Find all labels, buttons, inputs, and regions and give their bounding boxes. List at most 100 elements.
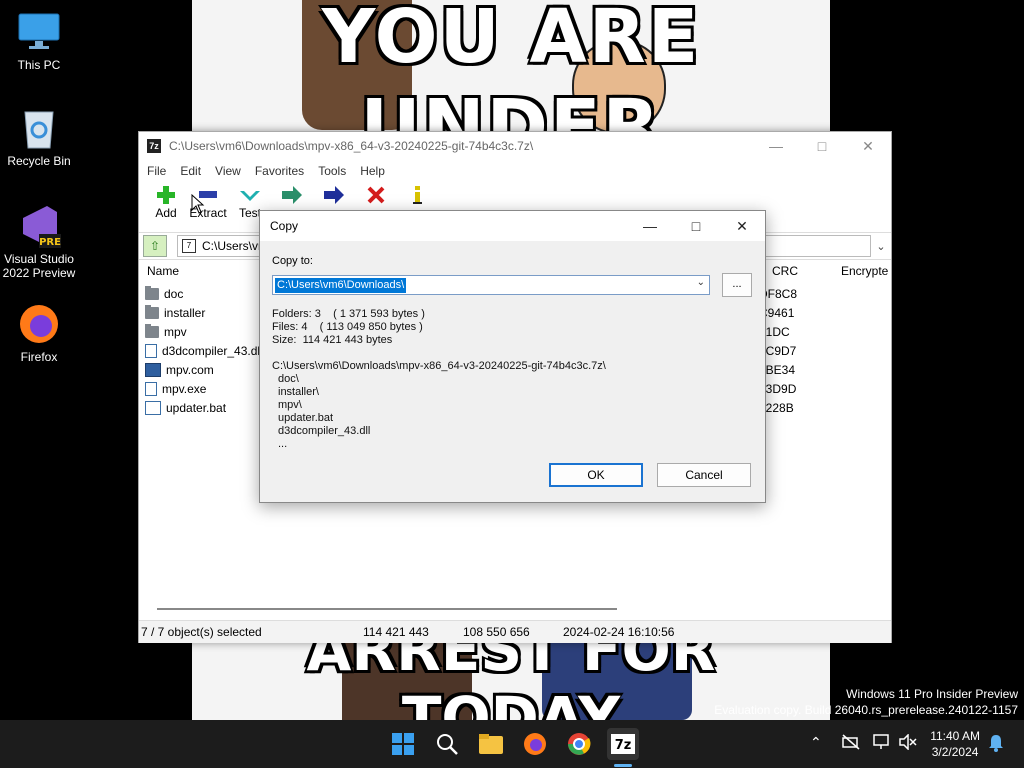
taskbar: 7z ⌃ 11:40 AM 3/2/2024	[0, 720, 1024, 768]
size-info: Size: 114 421 443 bytes	[272, 334, 393, 346]
volume-muted-icon[interactable]	[899, 733, 917, 753]
close-button[interactable]: ✕	[719, 218, 765, 235]
item-entry: updater.bat	[278, 412, 334, 424]
destination-path-input[interactable]: C:\Users\vm6\Downloads\	[275, 277, 407, 293]
desktop-icon-label: This PC	[17, 58, 61, 72]
active-app-indicator	[614, 764, 632, 767]
notification-bell-icon[interactable]	[988, 734, 1004, 755]
clock-time: 11:40 AM	[930, 729, 980, 743]
list-item[interactable]: mpv	[145, 322, 187, 341]
desktop-icon-label: Recycle Bin	[7, 154, 71, 168]
exe-file-icon	[145, 381, 157, 396]
file-name: mpv.com	[166, 362, 214, 377]
info-button[interactable]	[397, 182, 439, 206]
dialog-title-bar[interactable]: Copy — □ ✕	[260, 211, 765, 241]
status-bar: 7 / 7 object(s) selected 114 421 443 108…	[139, 620, 891, 643]
file-name: doc	[164, 286, 184, 301]
horizontal-scrollbar[interactable]	[157, 608, 617, 610]
list-item[interactable]: mpv.com	[145, 360, 214, 379]
menu-help[interactable]: Help	[360, 164, 385, 178]
chevron-up-icon[interactable]: ⌃	[810, 734, 822, 751]
delete-button[interactable]	[355, 182, 397, 206]
check-icon	[229, 184, 271, 206]
item-entry: ...	[278, 438, 288, 450]
title-bar[interactable]: 7z C:\Users\vm6\Downloads\mpv-x86_64-v3-…	[139, 132, 891, 160]
cancel-button[interactable]: Cancel	[657, 463, 751, 487]
visual-studio-icon: PRE	[17, 204, 61, 248]
info-icon	[397, 184, 439, 206]
list-item[interactable]: d3dcompiler_43.dll	[145, 341, 263, 360]
files-info: Files: 4 ( 113 049 850 bytes )	[272, 321, 423, 333]
firefox-taskbar-button[interactable]	[519, 728, 551, 760]
search-button[interactable]	[431, 728, 463, 760]
destination-path-combobox[interactable]: C:\Users\vm6\Downloads\ ⌄	[272, 275, 710, 295]
minimize-button[interactable]: —	[627, 218, 673, 234]
folder-icon	[479, 734, 503, 754]
chrome-taskbar-button[interactable]	[563, 728, 595, 760]
desktop-icon-recycle-bin[interactable]: Recycle Bin	[0, 106, 78, 168]
svg-text:7z: 7z	[615, 738, 632, 753]
column-encrypted[interactable]: Encrypte	[841, 264, 888, 278]
status-selected: 7 / 7 object(s) selected	[141, 625, 262, 639]
list-item[interactable]: doc	[145, 284, 183, 303]
desktop-icon-visual-studio[interactable]: PRE Visual Studio 2022 Preview	[0, 204, 78, 280]
menu-file[interactable]: File	[147, 164, 166, 178]
delete-x-icon	[355, 184, 397, 206]
status-packed-size: 108 550 656	[463, 625, 530, 639]
column-crc[interactable]: CRC	[772, 264, 798, 278]
copy-arrow-icon	[271, 184, 313, 206]
file-explorer-button[interactable]	[475, 728, 507, 760]
close-button[interactable]: ✕	[845, 132, 891, 160]
list-item[interactable]: mpv.exe	[145, 379, 206, 398]
folder-icon	[145, 304, 159, 319]
add-button[interactable]: Add	[145, 182, 187, 220]
menu-edit[interactable]: Edit	[180, 164, 201, 178]
start-button[interactable]	[387, 728, 419, 760]
menu-tools[interactable]: Tools	[318, 164, 346, 178]
desktop-icon-firefox[interactable]: Firefox	[0, 302, 78, 364]
browse-button[interactable]: ...	[722, 273, 752, 297]
plus-icon	[145, 184, 187, 206]
file-name: mpv	[164, 324, 187, 339]
desktop-icon-label: Visual Studio 2022 Preview	[2, 252, 76, 280]
file-name: updater.bat	[166, 400, 227, 415]
clock[interactable]: 11:40 AM 3/2/2024	[930, 728, 980, 760]
monitor-icon	[17, 10, 61, 54]
list-item[interactable]: updater.bat	[145, 398, 226, 417]
7zip-icon: 7z	[611, 734, 635, 754]
item-entry: installer\	[278, 386, 319, 398]
firefox-icon	[17, 302, 61, 346]
copy-to-label: Copy to:	[272, 255, 313, 267]
copy-dialog: Copy — □ ✕ Copy to: C:\Users\vm6\Downloa…	[259, 210, 766, 503]
network-disconnected-icon[interactable]	[842, 734, 860, 753]
minimize-button[interactable]: —	[753, 132, 799, 160]
chevron-down-icon[interactable]: ⌄	[871, 240, 891, 253]
move-arrow-icon	[313, 184, 355, 206]
bat-file-icon	[145, 400, 161, 415]
menu-favorites[interactable]: Favorites	[255, 164, 304, 178]
network-icon[interactable]	[873, 734, 891, 753]
add-label: Add	[155, 206, 177, 220]
archive-path: C:\Users\vm6\Downloads\mpv-x86_64-v3-202…	[272, 360, 606, 372]
up-folder-button[interactable]: ⇧	[143, 235, 167, 257]
move-button[interactable]	[313, 182, 355, 206]
window-title: C:\Users\vm6\Downloads\mpv-x86_64-v3-202…	[169, 139, 534, 153]
maximize-button[interactable]: □	[799, 132, 845, 160]
list-item[interactable]: installer	[145, 303, 205, 322]
menu-view[interactable]: View	[215, 164, 241, 178]
chevron-down-icon[interactable]: ⌄	[697, 277, 705, 288]
status-modified: 2024-02-24 16:10:56	[563, 625, 675, 639]
ok-button[interactable]: OK	[549, 463, 643, 487]
folder-icon	[145, 285, 159, 300]
exe-file-icon	[145, 362, 161, 377]
7zip-taskbar-button[interactable]: 7z	[607, 728, 639, 760]
maximize-button[interactable]: □	[673, 218, 719, 234]
menu-bar: File Edit View Favorites Tools Help	[139, 160, 891, 182]
status-size: 114 421 443	[363, 625, 429, 639]
folders-info: Folders: 3 ( 1 371 593 bytes )	[272, 308, 425, 320]
copy-button[interactable]	[271, 182, 313, 206]
archive-path-icon: 7	[182, 239, 196, 253]
desktop-icon-this-pc[interactable]: This PC	[0, 10, 78, 72]
column-name[interactable]: Name	[147, 264, 179, 278]
watermark-line-2: Evaluation copy. Build 26040.rs_prerelea…	[714, 703, 1018, 717]
